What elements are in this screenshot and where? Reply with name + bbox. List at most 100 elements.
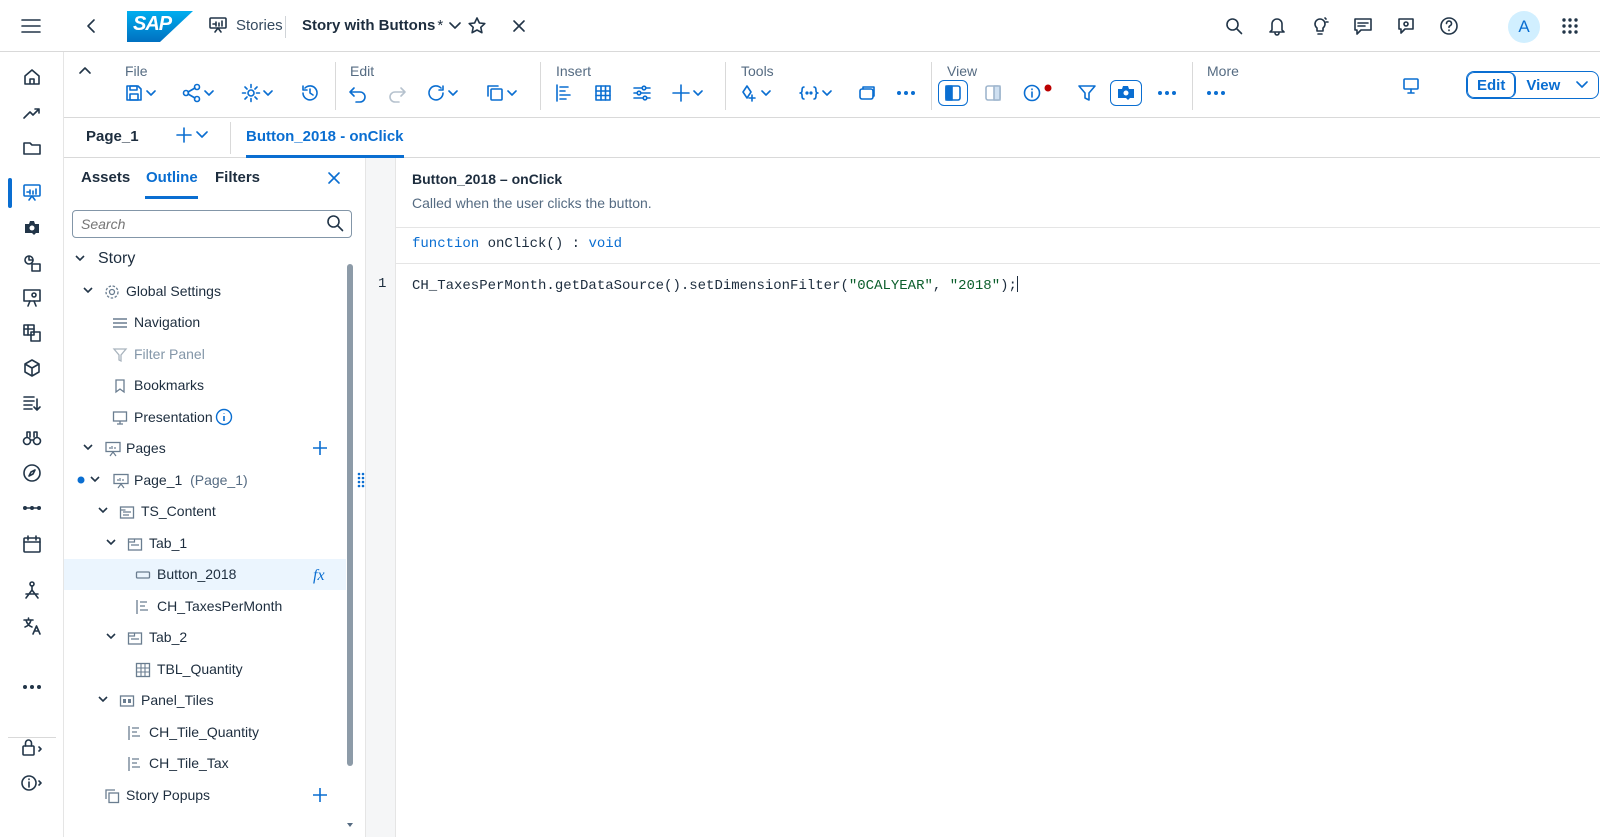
folder-icon[interactable] — [18, 134, 46, 162]
lightbulb-icon[interactable] — [1307, 13, 1333, 39]
tree-item-global-settings[interactable]: Global Settings — [64, 276, 346, 307]
menu-icon[interactable] — [18, 13, 44, 39]
tree-item-panel-tiles[interactable]: Panel_Tiles — [64, 685, 346, 716]
tab-filters[interactable]: Filters — [215, 169, 260, 186]
back-icon[interactable] — [78, 13, 104, 39]
tree-item-tab-1[interactable]: Tab_1 — [64, 528, 346, 559]
history-button[interactable] — [300, 81, 320, 105]
tree-item-story-popups[interactable]: Story Popups — [64, 780, 346, 811]
tree-label: Pages — [126, 440, 166, 456]
scripting-toggle[interactable] — [1110, 80, 1142, 106]
active-indicator — [8, 178, 12, 208]
code-comma: , — [932, 278, 950, 294]
story-title[interactable]: Story with Buttons * — [302, 17, 461, 34]
user-avatar[interactable]: A — [1508, 11, 1540, 43]
search-icon[interactable] — [1221, 13, 1247, 39]
more-button[interactable] — [1206, 81, 1226, 105]
tree-item-pages[interactable]: Pages — [64, 433, 346, 464]
tree-item-ch-tile-quantity[interactable]: CH_Tile_Quantity — [64, 717, 346, 748]
shell-separator — [285, 16, 286, 38]
connections-icon[interactable] — [18, 494, 46, 522]
undo-button[interactable] — [348, 81, 368, 105]
panel-splitter[interactable] — [357, 158, 396, 837]
translation-icon[interactable] — [18, 612, 46, 640]
comments-icon[interactable] — [1350, 13, 1376, 39]
redo-button[interactable] — [387, 81, 407, 105]
settings-button[interactable] — [241, 81, 273, 105]
tree-item-navigation[interactable]: Navigation — [64, 307, 346, 338]
stories-nav-icon[interactable] — [18, 179, 46, 207]
more-icon[interactable] — [18, 673, 46, 701]
home-icon[interactable] — [18, 63, 46, 91]
panel-copy-button[interactable] — [857, 81, 877, 105]
data-analyzer-icon[interactable] — [18, 249, 46, 277]
predictive-icon[interactable] — [18, 576, 46, 604]
help-icon[interactable] — [1436, 13, 1462, 39]
save-button[interactable] — [124, 81, 156, 105]
tab-page-1[interactable]: Page_1 — [86, 128, 139, 145]
event-description: Called when the user clicks the button. — [412, 195, 652, 211]
cube-icon[interactable] — [18, 354, 46, 382]
calendar-icon[interactable] — [18, 530, 46, 558]
left-panel-toggle[interactable] — [938, 80, 968, 106]
info-icon — [1023, 84, 1041, 102]
collapse-toolbar-icon[interactable] — [78, 58, 92, 82]
copy-button[interactable] — [485, 81, 517, 105]
close-icon[interactable] — [506, 13, 532, 39]
trend-icon[interactable] — [18, 99, 46, 127]
insert-chart-button[interactable] — [554, 81, 574, 105]
view-more-button[interactable] — [1157, 81, 1177, 105]
tree-item-button-2018[interactable]: Button_2018 fx — [64, 559, 346, 590]
undo-icon — [349, 87, 366, 103]
tab-outline[interactable]: Outline — [146, 169, 198, 186]
info-panel-toggle[interactable] — [1022, 81, 1052, 105]
insert-input-control-button[interactable] — [632, 81, 652, 105]
tools-more-button[interactable] — [896, 81, 916, 105]
smart-insights-button[interactable] — [739, 81, 771, 105]
stories-link[interactable]: Stories — [208, 16, 283, 34]
product-switch-icon[interactable] — [1557, 13, 1583, 39]
modeler-icon[interactable] — [18, 319, 46, 347]
filter-button[interactable] — [1077, 81, 1097, 105]
tree-item-ts-content[interactable]: TS_Content — [64, 496, 346, 527]
right-panel-toggle[interactable] — [983, 81, 1003, 105]
data-import-icon[interactable] — [18, 389, 46, 417]
tree-item-page-1[interactable]: Page_1 (Page_1) — [64, 465, 346, 496]
add-page-button[interactable] — [176, 127, 208, 143]
analytic-designer-icon[interactable] — [18, 214, 46, 242]
formula-button[interactable] — [798, 81, 832, 105]
tree-item-bookmarks[interactable]: Bookmarks — [64, 370, 346, 401]
tree-item-story[interactable]: Story — [64, 244, 346, 275]
tab-script-onclick[interactable]: Button_2018 - onClick — [246, 118, 404, 158]
favorite-star-icon[interactable] — [464, 13, 490, 39]
script-fx-icon: fx — [313, 567, 325, 584]
toolbar-separator — [725, 62, 726, 110]
search-icon[interactable] — [326, 214, 344, 232]
tree-item-presentation[interactable]: Presentation — [64, 402, 346, 433]
security-icon[interactable] — [18, 733, 46, 761]
info-expand-icon[interactable] — [18, 769, 46, 797]
digital-boardroom-icon[interactable] — [18, 284, 46, 312]
scrollbar-thumb[interactable] — [347, 264, 353, 766]
outline-search-input[interactable] — [72, 210, 352, 238]
code-line-1[interactable]: CH_TaxesPerMonth.getDataSource().setDime… — [412, 276, 1018, 294]
tab-assets[interactable]: Assets — [81, 169, 130, 186]
insert-table-button[interactable] — [593, 81, 613, 105]
feedback-icon[interactable] — [1393, 13, 1419, 39]
refresh-button[interactable] — [426, 81, 458, 105]
tree-item-ch-tile-tax[interactable]: CH_Tile_Tax — [64, 748, 346, 779]
close-panel-icon[interactable] — [326, 170, 342, 186]
share-button[interactable] — [182, 81, 214, 105]
present-button[interactable] — [1401, 74, 1421, 98]
tree-item-tbl-quantity[interactable]: TBL_Quantity — [64, 654, 346, 685]
tree-item-filter-panel[interactable]: Filter Panel — [64, 339, 346, 370]
tree-item-tab-2[interactable]: Tab_2 — [64, 622, 346, 653]
notification-bell-icon[interactable] — [1264, 13, 1290, 39]
edit-mode-button[interactable]: Edit — [1467, 72, 1517, 98]
view-mode-button[interactable]: View — [1516, 72, 1598, 98]
tree-item-ch-taxespermonth[interactable]: CH_TaxesPerMonth — [64, 591, 346, 622]
binoculars-icon[interactable] — [18, 424, 46, 452]
compass-icon[interactable] — [18, 459, 46, 487]
tree-label: CH_Tile_Quantity — [149, 724, 259, 740]
insert-add-button[interactable] — [671, 81, 703, 105]
